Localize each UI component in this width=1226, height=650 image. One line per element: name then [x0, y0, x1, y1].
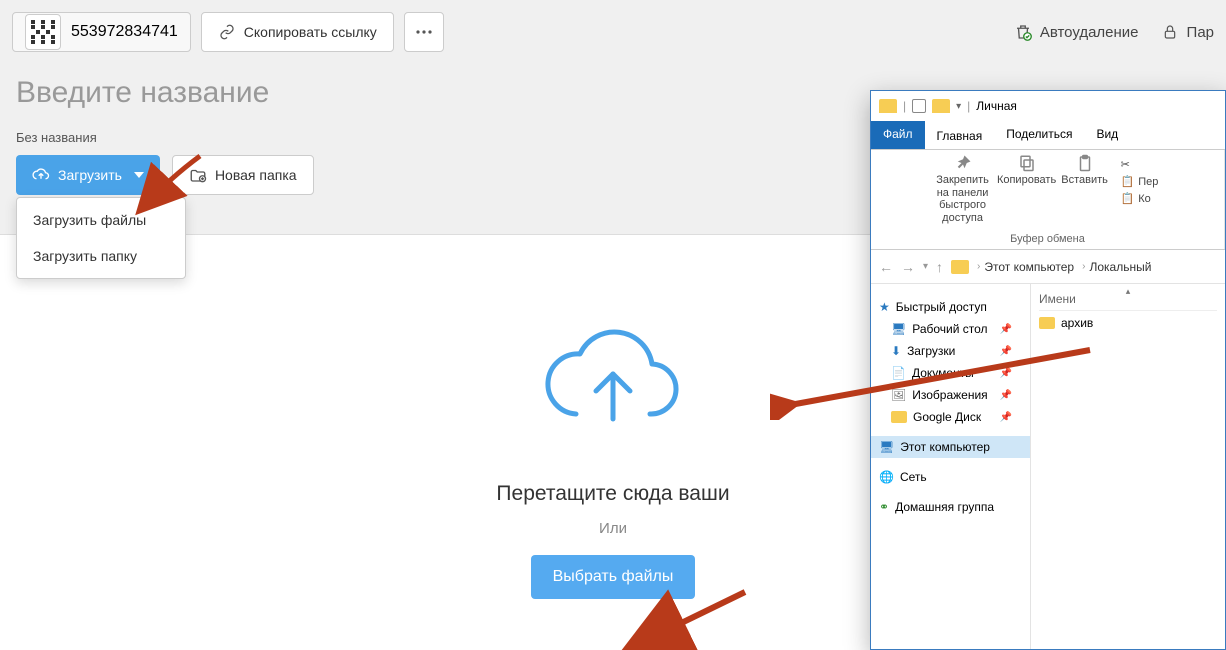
lock-icon — [1161, 23, 1179, 41]
explorer-file-list: ▴Имени архив — [1031, 284, 1225, 650]
file-row[interactable]: архив — [1039, 311, 1217, 335]
copy-link-button[interactable]: Скопировать ссылку — [201, 12, 394, 52]
path-icon: 📋 — [1121, 175, 1135, 188]
folder-icon — [932, 99, 950, 113]
top-toolbar: 553972834741 Скопировать ссылку Автоудал… — [0, 0, 1226, 64]
new-folder-label: Новая папка — [215, 167, 297, 183]
new-folder-button[interactable]: Новая папка — [172, 155, 314, 195]
pin-icon: 📌 — [1000, 324, 1012, 335]
autodelete-label: Автоудаление — [1040, 24, 1139, 41]
documents-icon: 📄 — [891, 366, 906, 380]
sidebar-pictures[interactable]: 🖼Изображения📌 — [871, 384, 1030, 406]
star-icon: ★ — [879, 300, 890, 314]
upload-files-item[interactable]: Загрузить файлы — [17, 202, 185, 238]
tab-main[interactable]: Главная — [925, 121, 995, 149]
explorer-nav: ← → ▾ ↑ ›Этот компьютер ›Локальный — [871, 250, 1225, 284]
save-icon[interactable] — [912, 99, 926, 113]
network-icon: 🌐 — [879, 470, 894, 484]
ribbon-copypath[interactable]: 📋Пер — [1121, 175, 1159, 188]
drag-text: Перетащите сюда ваши — [496, 482, 729, 506]
file-explorer-window[interactable]: | ▾ | Личная Файл Главная Поделиться Вид… — [870, 90, 1226, 650]
pin-icon: 📌 — [1000, 412, 1012, 423]
file-name: архив — [1061, 316, 1093, 330]
sidebar-homegroup[interactable]: ⚭Домашняя группа — [871, 496, 1030, 518]
nav-fwd[interactable]: → — [901, 259, 915, 275]
explorer-title: Личная — [976, 99, 1017, 113]
upload-label: Загрузить — [58, 167, 122, 183]
folder-icon — [1039, 317, 1055, 329]
upload-folder-item[interactable]: Загрузить папку — [17, 238, 185, 274]
copy-link-label: Скопировать ссылку — [244, 24, 377, 40]
homegroup-icon: ⚭ — [879, 500, 889, 514]
ribbon-pin[interactable]: Закрепить на панели быстрого доступа — [933, 154, 993, 225]
folder-icon — [891, 411, 907, 423]
shortcut-icon: 📋 — [1121, 192, 1135, 205]
pin-icon: 📌 — [1000, 368, 1012, 379]
sidebar-quick-access[interactable]: ★Быстрый доступ — [871, 296, 1030, 318]
folder-icon — [951, 260, 969, 274]
breadcrumb-item[interactable]: ›Этот компьютер — [977, 260, 1074, 274]
password-label: Пар — [1187, 24, 1214, 41]
ribbon-copy[interactable]: Копировать — [1001, 154, 1053, 225]
choose-files-button[interactable]: Выбрать файлы — [531, 555, 696, 599]
sidebar-gdrive[interactable]: Google Диск📌 — [871, 406, 1030, 428]
nav-back[interactable]: ← — [879, 259, 893, 275]
ribbon-paste[interactable]: Вставить — [1061, 154, 1109, 225]
nav-up[interactable]: ↑ — [936, 259, 943, 275]
board-id-value: 553972834741 — [71, 23, 178, 41]
cloud-upload-large-icon — [538, 319, 688, 444]
column-header-name[interactable]: ▴Имени — [1039, 288, 1217, 311]
sidebar-network[interactable]: 🌐Сеть — [871, 466, 1030, 488]
sidebar-desktop[interactable]: 🖥Рабочий стол📌 — [871, 318, 1030, 340]
board-id-chip[interactable]: 553972834741 — [12, 12, 191, 52]
or-text: Или — [599, 520, 627, 537]
cloud-upload-icon — [32, 166, 50, 184]
sidebar-downloads[interactable]: ⬇Загрузки📌 — [871, 340, 1030, 362]
tab-view[interactable]: Вид — [1084, 121, 1130, 149]
qr-icon — [25, 14, 61, 50]
trash-check-icon — [1014, 23, 1032, 41]
pin-icon — [954, 154, 972, 172]
chevron-down-icon — [134, 172, 144, 178]
ribbon-group-label: Буфер обмена — [1010, 231, 1085, 247]
topbar-right: Автоудаление Пар — [1014, 23, 1214, 41]
download-icon: ⬇ — [891, 344, 901, 358]
pin-icon: 📌 — [1000, 346, 1012, 357]
pictures-icon: 🖼 — [891, 388, 906, 402]
dots-icon — [415, 23, 433, 41]
paste-icon — [1076, 154, 1094, 172]
scissors-icon: ✂ — [1121, 158, 1130, 171]
password-button[interactable]: Пар — [1161, 23, 1214, 41]
copy-icon — [1018, 154, 1036, 172]
sidebar-documents[interactable]: 📄Документы📌 — [871, 362, 1030, 384]
explorer-sidebar: ★Быстрый доступ 🖥Рабочий стол📌 ⬇Загрузки… — [871, 284, 1031, 650]
desktop-icon: 🖥 — [891, 322, 906, 336]
upload-button[interactable]: Загрузить — [16, 155, 160, 195]
explorer-ribbon: Закрепить на панели быстрого доступа Коп… — [871, 150, 1225, 250]
tab-share[interactable]: Поделиться — [994, 121, 1084, 149]
ribbon-cut[interactable]: ✂ — [1121, 158, 1159, 171]
ribbon-shortcut[interactable]: 📋Ко — [1121, 192, 1159, 205]
pin-icon: 📌 — [1000, 390, 1012, 401]
explorer-titlebar[interactable]: | ▾ | Личная — [871, 91, 1225, 121]
pc-icon: 🖥 — [879, 440, 894, 454]
upload-dropdown: Загрузить файлы Загрузить папку — [16, 197, 186, 279]
breadcrumb-item[interactable]: ›Локальный — [1082, 260, 1151, 274]
tab-file[interactable]: Файл — [871, 121, 925, 149]
folder-icon — [879, 99, 897, 113]
link-icon — [218, 23, 236, 41]
more-button[interactable] — [404, 12, 444, 52]
folder-plus-icon — [189, 166, 207, 184]
explorer-tabs: Файл Главная Поделиться Вид — [871, 121, 1225, 150]
nav-recent[interactable]: ▾ — [923, 261, 928, 272]
sidebar-this-pc[interactable]: 🖥Этот компьютер — [871, 436, 1030, 458]
autodelete-button[interactable]: Автоудаление — [1014, 23, 1139, 41]
